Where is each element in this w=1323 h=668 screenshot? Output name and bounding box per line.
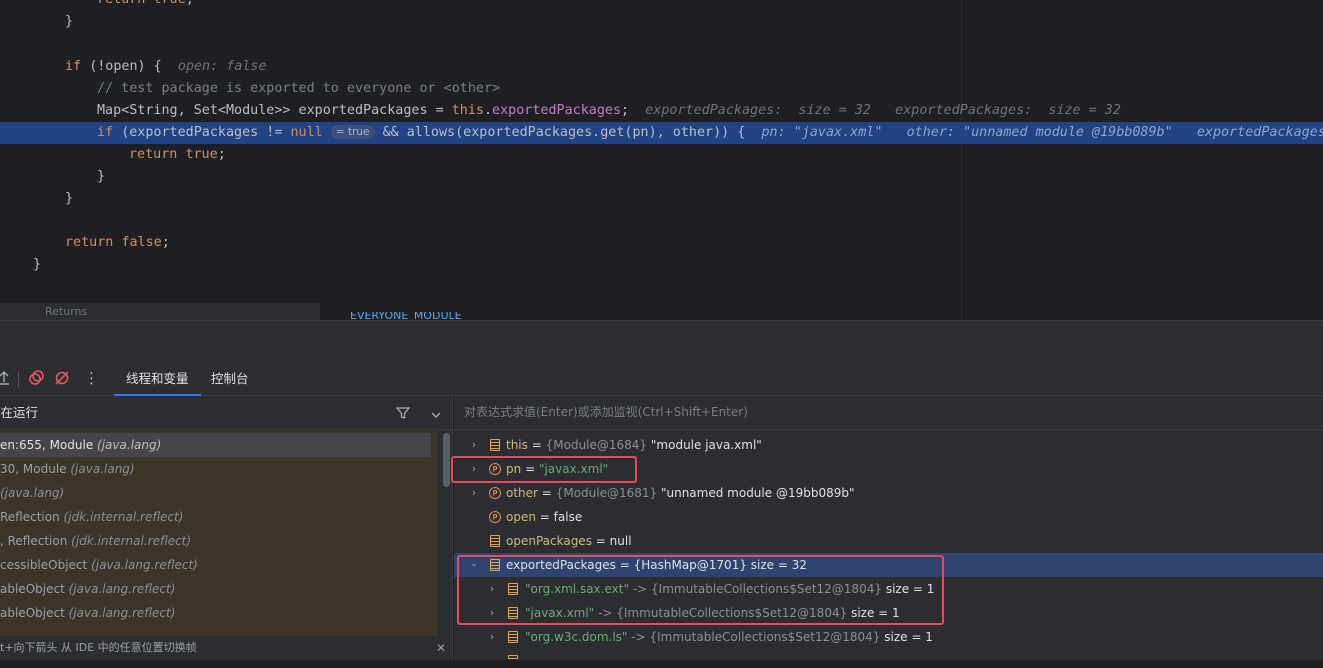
parameter-icon: p xyxy=(489,511,501,523)
chevron-right-icon[interactable]: › xyxy=(468,481,480,505)
annotation-box-pn xyxy=(451,456,637,483)
stack-frame[interactable]: cessibleObject (java.lang.reflect) xyxy=(0,553,438,577)
code-line: } xyxy=(97,169,106,184)
parameter-icon: p xyxy=(489,487,501,499)
code-line: } xyxy=(65,191,74,206)
chevron-down-icon[interactable] xyxy=(430,406,442,425)
frames-header: 正在运行 xyxy=(0,396,452,430)
export-icon[interactable] xyxy=(0,370,10,390)
code-editor[interactable]: return true; } if (!open) { open: false … xyxy=(0,0,1323,320)
code-line: return true; xyxy=(129,147,226,162)
thread-status-label: 正在运行 xyxy=(0,405,39,420)
inline-value-badge: = true xyxy=(330,125,375,139)
frames-scrollbar[interactable] xyxy=(443,433,450,487)
stack-frame[interactable]: Reflection (jdk.internal.reflect) xyxy=(0,505,438,529)
code-line: } xyxy=(33,257,42,272)
map-entry-row[interactable]: › "org.w3c.dom.ls" -> {ImmutableCollecti… xyxy=(454,625,1323,649)
variable-row[interactable]: openPackages = null xyxy=(454,529,1323,553)
stack-frame[interactable]: (java.lang) xyxy=(0,481,438,505)
code-line: return true; xyxy=(0,0,1323,11)
debug-panel-header xyxy=(0,320,1323,362)
variable-row[interactable]: › this = {Module@1684} "module java.xml" xyxy=(454,433,1323,457)
stack-frame[interactable]: ableObject (java.lang.reflect) xyxy=(0,577,438,601)
mute-breakpoints-icon[interactable] xyxy=(54,370,70,390)
field-icon xyxy=(508,655,518,659)
chevron-right-icon[interactable]: › xyxy=(468,433,480,457)
debug-toolbar: ⋮ 线程和变量 控制台 xyxy=(0,362,1323,396)
toolbar-separator xyxy=(18,371,19,387)
evaluate-expression-input[interactable]: 对表达式求值(Enter)或添加监视(Ctrl+Shift+Enter) xyxy=(454,396,1323,430)
stack-frame[interactable]: en:655, Module (java.lang) xyxy=(0,433,431,457)
code-line: } xyxy=(65,14,74,29)
status-bar xyxy=(0,660,1323,668)
code-line: // test package is exported to everyone … xyxy=(97,81,501,96)
field-icon xyxy=(490,535,500,547)
frames-hint: t+向下箭头 从 IDE 中的任意位置切换帧 ✕ xyxy=(0,636,452,660)
view-breakpoints-icon[interactable] xyxy=(28,370,44,390)
map-entry-row[interactable] xyxy=(454,649,1323,659)
current-execution-line: if (exportedPackages != null = true && a… xyxy=(0,122,1323,144)
field-icon xyxy=(490,439,500,451)
chevron-right-icon[interactable]: › xyxy=(486,625,498,649)
doc-comment-strip: Returns xyxy=(0,303,320,320)
more-options-icon[interactable]: ⋮ xyxy=(84,370,99,386)
close-icon[interactable]: ✕ xyxy=(436,636,446,660)
variables-panel: 对表达式求值(Enter)或添加监视(Ctrl+Shift+Enter) › t… xyxy=(454,396,1323,668)
code-line: if (!open) { open: false xyxy=(65,59,267,74)
frames-list: en:655, Module (java.lang) 30, Module (j… xyxy=(0,431,438,636)
field-icon xyxy=(508,631,518,643)
doc-comment-strip-tail: EVERYONE_MODULE xyxy=(350,312,462,320)
stack-frame[interactable]: ableObject (java.lang.reflect) xyxy=(0,601,438,625)
tab-threads-variables[interactable]: 线程和变量 xyxy=(114,362,201,396)
filter-icon[interactable] xyxy=(395,405,411,424)
annotation-box-exported-packages xyxy=(457,555,944,625)
variable-row[interactable]: › p other = {Module@1681} "unnamed modul… xyxy=(454,481,1323,505)
tab-console[interactable]: 控制台 xyxy=(199,362,261,396)
code-line: Map<String, Set<Module>> exportedPackage… xyxy=(97,103,1121,118)
stack-frame[interactable]: , Reflection (jdk.internal.reflect) xyxy=(0,529,438,553)
frames-panel: 正在运行 en:655, Module (java.lang) 30, Modu… xyxy=(0,396,453,668)
code-line: return false; xyxy=(65,235,170,250)
variable-row[interactable]: p open = false xyxy=(454,505,1323,529)
stack-frame[interactable]: 30, Module (java.lang) xyxy=(0,457,438,481)
